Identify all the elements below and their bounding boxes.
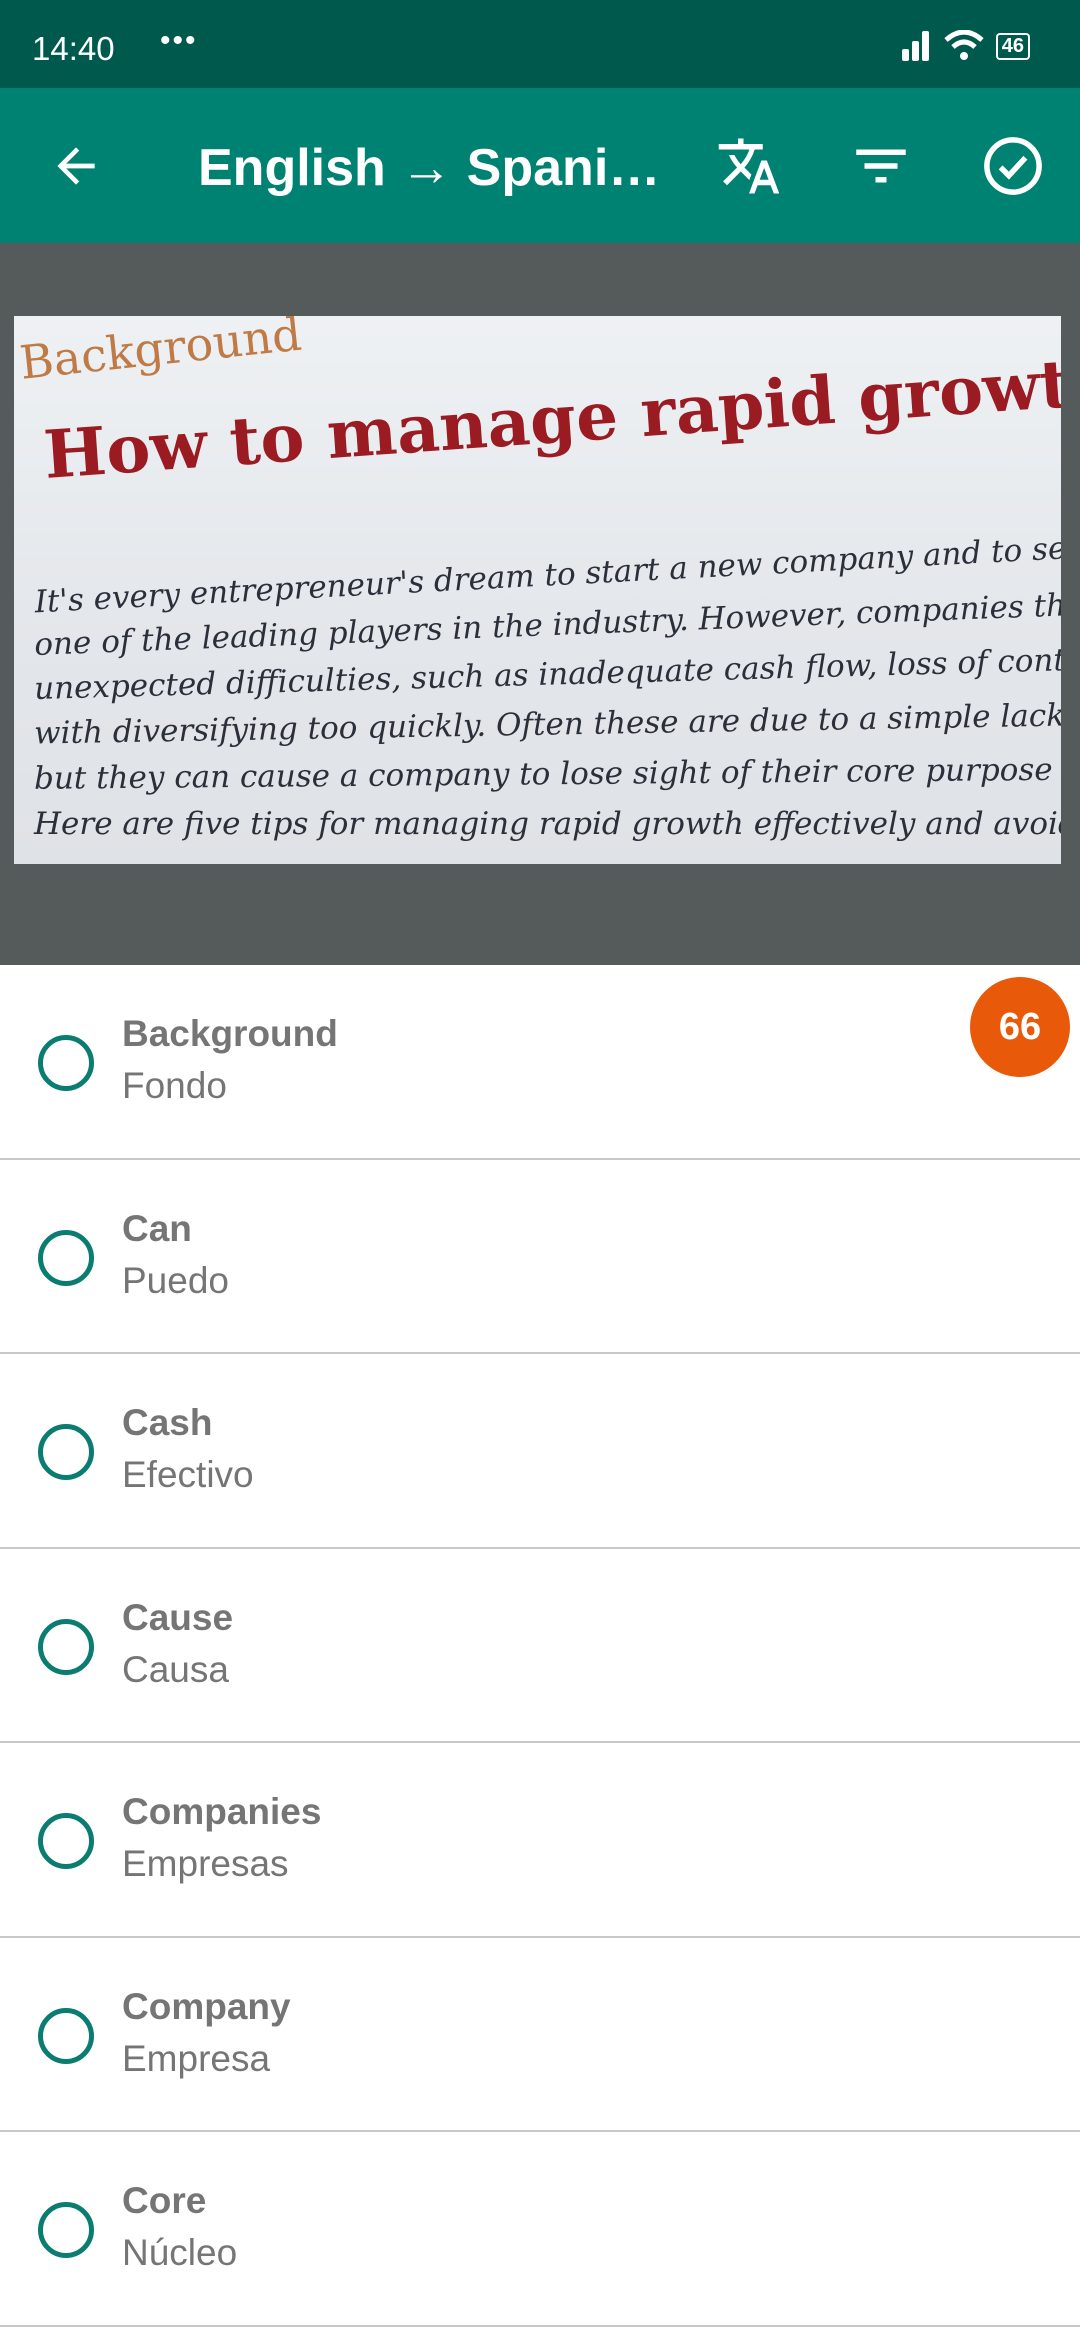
status-time: 14:40: [32, 30, 115, 67]
radio-button[interactable]: [38, 1424, 94, 1480]
list-item[interactable]: Company Empresa: [0, 1938, 1080, 2132]
word: Background: [122, 1013, 338, 1054]
signal-icon: [901, 31, 929, 61]
radio-button[interactable]: [38, 2007, 94, 2064]
word: Cash: [122, 1402, 213, 1443]
list-item[interactable]: Core Núcleo: [0, 2132, 1080, 2327]
list-item[interactable]: Cause Causa: [0, 1549, 1080, 1743]
translation: Efectivo: [122, 1454, 254, 1495]
list-item[interactable]: Background Fondo: [0, 965, 1080, 1160]
list-item[interactable]: Can Puedo: [0, 1160, 1080, 1354]
photo-line: Here are five tips for managing rapid gr…: [34, 806, 1061, 842]
word: Can: [122, 1207, 192, 1249]
arrow-back-icon[interactable]: [48, 136, 104, 196]
battery-icon: 46: [995, 32, 1030, 60]
photo-preview-area: Background How to manage rapid growth It…: [0, 243, 1080, 965]
word: Company: [122, 1985, 291, 2027]
scanned-photo[interactable]: Background How to manage rapid growth It…: [14, 316, 1061, 864]
word: Core: [122, 2180, 207, 2221]
translation: Núcleo: [122, 2232, 238, 2273]
translation: Causa: [122, 1648, 229, 1690]
notification-dots: •••: [160, 24, 198, 57]
filter-icon[interactable]: [848, 133, 914, 199]
word: Cause: [122, 1596, 234, 1638]
radio-button[interactable]: [38, 1813, 94, 1869]
translation: Puedo: [122, 1259, 229, 1301]
radio-button[interactable]: [38, 2202, 94, 2258]
list-item[interactable]: Cash Efectivo: [0, 1354, 1080, 1549]
app-bar: English → Spani…: [0, 88, 1080, 243]
word-count-badge: 66: [970, 977, 1070, 1077]
translation: Empresa: [122, 2037, 271, 2079]
translation: Empresas: [122, 1843, 289, 1884]
radio-button[interactable]: [38, 1229, 94, 1286]
photo-line: with diversifying too quickly. Often the…: [33, 696, 1061, 752]
photo-label: Background: [17, 316, 304, 390]
photo-line: but they can cause a company to lose sig…: [33, 751, 1061, 797]
radio-button[interactable]: [38, 1035, 94, 1091]
page-title: English → Spani…: [198, 139, 661, 197]
status-bar: 14:40 ••• 46: [0, 0, 1080, 88]
word-list: Background Fondo Can Puedo Cash Efectivo Ca…: [0, 965, 1080, 2327]
translation: Fondo: [122, 1065, 227, 1106]
radio-button[interactable]: [38, 1618, 94, 1675]
word: Companies: [122, 1791, 322, 1832]
list-item[interactable]: Companies Empresas: [0, 1743, 1080, 1938]
wifi-icon: [944, 30, 984, 60]
check-circle-icon[interactable]: [980, 133, 1046, 199]
translate-icon[interactable]: [716, 133, 782, 199]
